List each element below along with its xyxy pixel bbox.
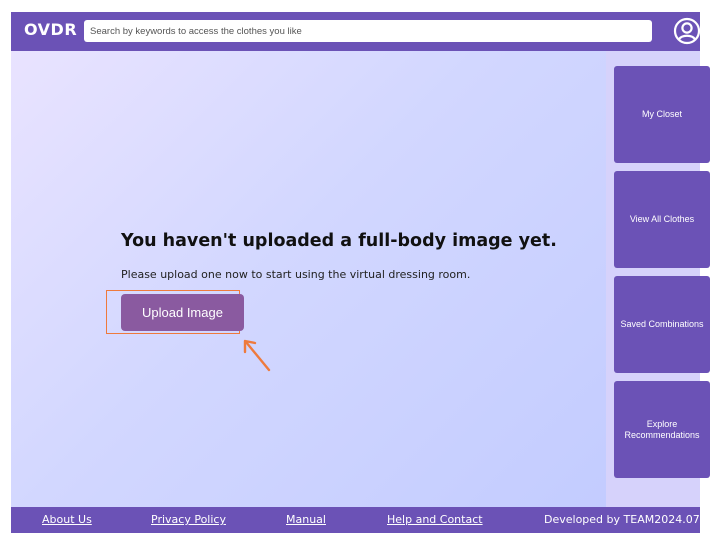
footer: About Us Privacy Policy Manual Help and …	[11, 507, 700, 533]
empty-state-message: Please upload one now to start using the…	[121, 268, 471, 281]
footer-link-help-and-contact[interactable]: Help and Contact	[387, 513, 483, 526]
footer-link-about-us[interactable]: About Us	[42, 513, 92, 526]
app-window: OVDR My Closet View All Clothes Saved Co…	[11, 12, 710, 533]
sidebar-item-saved-combinations[interactable]: Saved Combinations	[614, 276, 710, 373]
sidebar: My Closet View All Clothes Saved Combina…	[606, 51, 710, 507]
upload-image-button[interactable]: Upload Image	[121, 294, 244, 331]
footer-link-manual[interactable]: Manual	[286, 513, 326, 526]
user-circle-icon[interactable]	[672, 16, 702, 46]
sidebar-item-label: My Closet	[641, 109, 682, 119]
sidebar-item-label: Explore Recommendations	[624, 418, 700, 440]
footer-credit: Developed by TEAM2024.07	[544, 513, 700, 526]
footer-link-privacy-policy[interactable]: Privacy Policy	[151, 513, 226, 526]
pointer-arrow-icon	[243, 339, 271, 372]
sidebar-item-label: View All Clothes	[629, 214, 695, 224]
sidebar-item-explore-recommendations[interactable]: Explore Recommendations	[614, 381, 710, 478]
search-input[interactable]	[84, 20, 652, 42]
sidebar-item-my-closet[interactable]: My Closet	[614, 66, 710, 163]
sidebar-item-label: Saved Combinations	[620, 319, 704, 329]
empty-state-title: You haven't uploaded a full-body image y…	[121, 231, 557, 251]
top-bar: OVDR	[11, 12, 702, 51]
app-logo[interactable]: OVDR	[24, 20, 77, 39]
sidebar-item-view-all-clothes[interactable]: View All Clothes	[614, 171, 710, 268]
